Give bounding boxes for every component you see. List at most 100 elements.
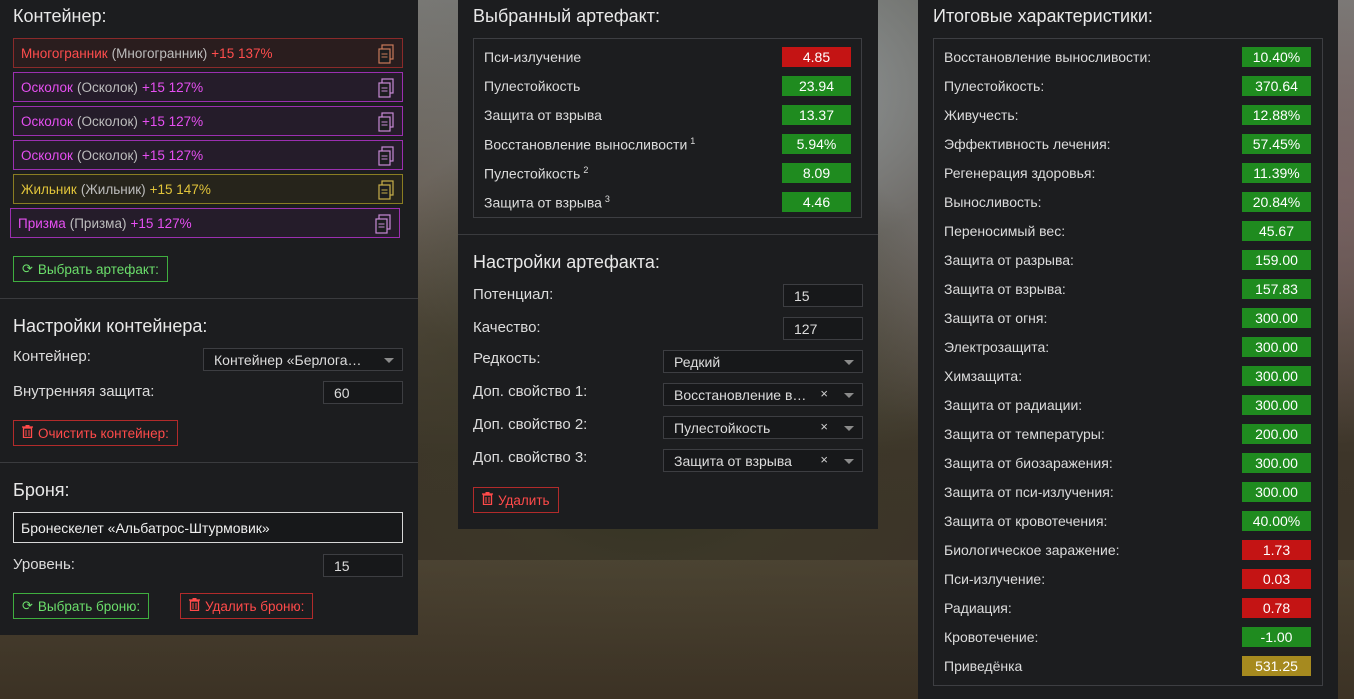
stat-name: Восстановление выносливости: [944,49,1152,65]
stat-row: Переносимый вес: 45.67 [934,216,1322,245]
stat-row: Защита от взрыва 13.37 [474,100,861,129]
armor-name-field[interactable]: Бронескелет «Альбатрос-Штурмовик» [13,512,403,543]
container-item[interactable]: Осколок (Осколок) +15 127% [13,72,403,102]
rarity-label: Редкость: [473,350,541,367]
stat-value: 4.46 [782,192,851,212]
stat-value: -1.00 [1242,627,1311,647]
rarity-select[interactable]: Редкий [663,350,863,373]
copy-icon[interactable] [378,180,394,200]
item-name: Жильник [21,181,77,197]
inner-protection-input[interactable]: 60 [323,381,403,404]
stat-row: Приведёнка 531.25 [934,651,1322,680]
container-item[interactable]: Многогранник (Многогранник) +15 137% [13,38,403,68]
stat-value: 300.00 [1242,395,1311,415]
stat-value: 531.25 [1242,656,1311,676]
item-original-name: (Осколок) [76,147,138,163]
container-item[interactable]: Осколок (Осколок) +15 127% [13,140,403,170]
stat-footnote: 3 [604,194,610,204]
container-label: Контейнер: [13,348,91,365]
stat-name: Живучесть: [944,107,1019,123]
stat-name: Защита от взрыва [484,107,602,123]
delete-artifact-label: Удалить [498,492,550,508]
totals-stats: Восстановление выносливости: 10.40% Пулест… [933,38,1323,686]
stat-value: 0.03 [1242,569,1311,589]
stat-value: 300.00 [1242,337,1311,357]
armor-level-input[interactable]: 15 [323,554,403,577]
stat-name: Восстановление выносливости 1 [484,136,696,153]
delete-armor-button[interactable]: Удалить броню: [180,593,314,619]
item-name: Осколок [21,147,73,163]
prop3-select[interactable]: Защита от взрыва × [663,449,863,472]
stat-row: Пулестойкость 2 8.09 [474,158,861,187]
refresh-icon: ⟳ [22,261,33,276]
item-level: +15 147% [149,181,211,197]
chevron-down-icon [844,426,854,431]
clear-container-button[interactable]: Очистить контейнер: [13,420,178,446]
potential-input[interactable]: 15 [783,284,863,307]
select-artifact-label: Выбрать артефакт: [37,261,159,277]
copy-icon[interactable] [375,214,391,234]
select-armor-button[interactable]: ⟳ Выбрать броню: [13,593,150,619]
stat-name: Пулестойкость [484,78,581,94]
copy-icon[interactable] [378,146,394,166]
stat-value: 159.00 [1242,250,1311,270]
stat-row: Защита от радиации: 300.00 [934,390,1322,419]
container-item[interactable]: Призма (Призма) +15 127% [10,208,400,238]
stat-value: 300.00 [1242,453,1311,473]
stat-row: Эффективность лечения: 57.45% [934,129,1322,158]
stat-name: Защита от разрыва: [944,252,1074,268]
container-item[interactable]: Жильник (Жильник) +15 147% [13,174,403,204]
copy-icon[interactable] [378,112,394,132]
clear-icon[interactable]: × [820,419,828,434]
container-select[interactable]: Контейнер «Берлога… [203,348,403,371]
trash-icon [189,598,200,614]
stat-value: 11.39% [1242,163,1311,183]
stat-value: 20.84% [1242,192,1311,212]
select-artifact-button[interactable]: ⟳ Выбрать артефакт: [13,256,168,282]
trash-icon [482,492,493,508]
stat-name: Защита от биозаражения: [944,455,1113,471]
chevron-down-icon [384,358,394,363]
item-name: Призма [18,215,66,231]
stat-row: Защита от взрыва: 157.83 [934,274,1322,303]
clear-icon[interactable]: × [820,386,828,401]
item-level: +15 127% [141,113,204,129]
divider [0,298,418,299]
container-select-value: Контейнер «Берлога… [214,351,362,368]
artifact-settings-title: Настройки артефакта: [473,252,660,272]
stat-row: Восстановление выносливости 1 5.94% [474,129,861,158]
container-item[interactable]: Осколок (Осколок) +15 127% [13,106,403,136]
item-original-name: (Осколок) [76,79,138,95]
stat-value: 370.64 [1242,76,1311,96]
quality-label: Качество: [473,319,541,336]
select-armor-label: Выбрать броню: [37,598,141,614]
prop1-select[interactable]: Восстановление в… × [663,383,863,406]
stat-value: 8.09 [782,163,851,183]
quality-input[interactable]: 127 [783,317,863,340]
stat-name: Приведёнка [944,658,1023,674]
chevron-down-icon [844,459,854,464]
chevron-down-icon [844,360,854,365]
prop2-select[interactable]: Пулестойкость × [663,416,863,439]
stat-row: Защита от пси-излучения: 300.00 [934,477,1322,506]
stat-name: Регенерация здоровья: [944,165,1096,181]
divider [458,234,878,235]
copy-icon[interactable] [378,78,394,98]
delete-artifact-button[interactable]: Удалить [473,487,559,513]
stat-name: Защита от кровотечения: [944,513,1108,529]
refresh-icon: ⟳ [22,598,33,613]
stat-row: Пси-излучение 4.85 [474,42,861,71]
stat-name: Защита от взрыва: [944,281,1066,297]
stat-name: Защита от пси-излучения: [944,484,1114,500]
stat-value: 10.40% [1242,47,1311,67]
clear-icon[interactable]: × [820,452,828,467]
stat-name: Кровотечение: [944,629,1039,645]
stat-footnote: 1 [690,136,696,146]
stat-value: 300.00 [1242,308,1311,328]
stat-value: 57.45% [1242,134,1311,154]
stat-value: 157.83 [1242,279,1311,299]
stat-value: 12.88% [1242,105,1311,125]
rarity-select-value: Редкий [674,353,721,370]
copy-icon[interactable] [378,44,394,64]
item-level: +15 127% [141,79,204,95]
